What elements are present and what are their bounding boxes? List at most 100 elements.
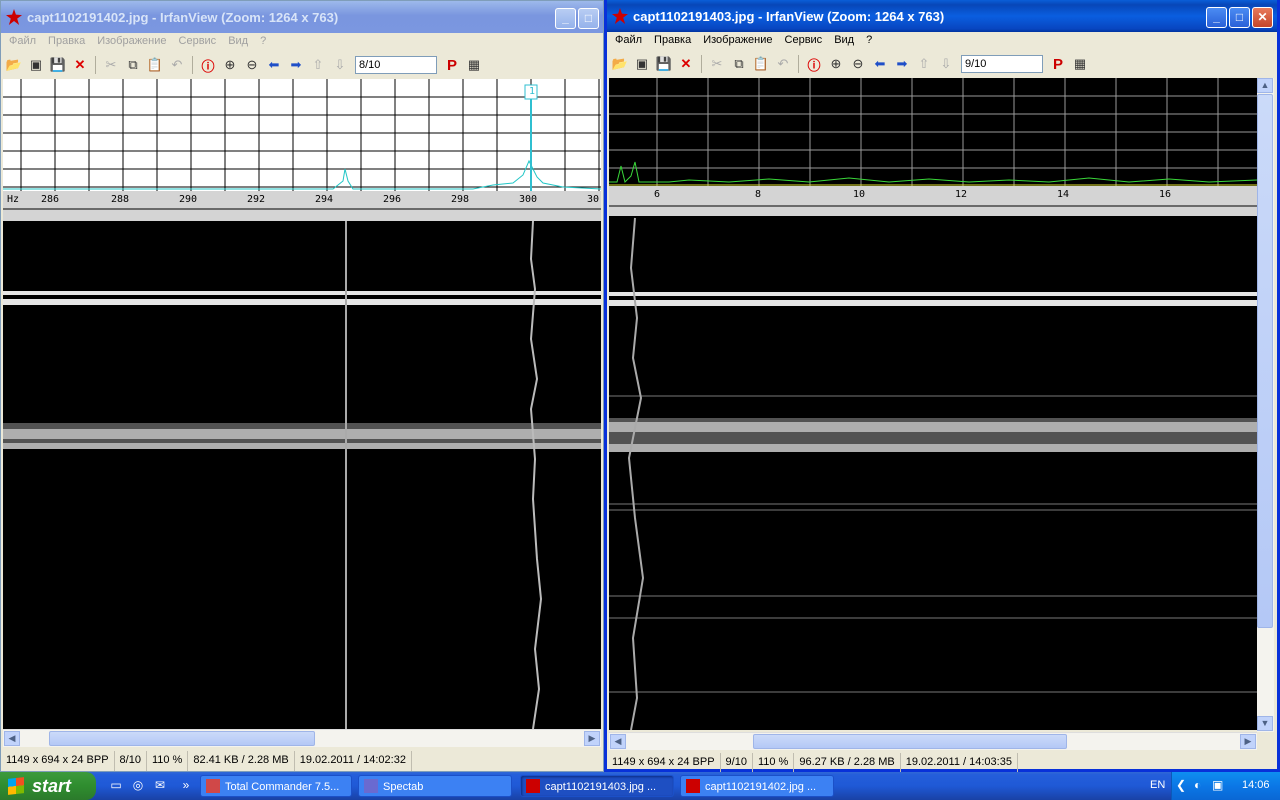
start-button[interactable]: start [0, 772, 96, 800]
quicklaunch-more-icon[interactable]: » [178, 778, 194, 794]
scroll-right-button[interactable]: ▶ [1240, 734, 1256, 749]
delete-icon[interactable]: ✕ [69, 55, 91, 75]
axis-tick: 14 [1057, 189, 1070, 200]
vertical-scrollbar[interactable]: ▲ ▼ [1257, 78, 1274, 732]
last-icon[interactable]: ⇩ [329, 55, 351, 75]
taskbar-button-spectab[interactable]: Spectab [358, 775, 512, 797]
maximize-button[interactable]: □ [578, 8, 599, 29]
last-icon[interactable]: ⇩ [935, 54, 957, 74]
first-icon[interactable]: ⇧ [307, 55, 329, 75]
prev-icon[interactable]: ⬅ [263, 55, 285, 75]
paste-icon[interactable]: 📋 [144, 55, 166, 75]
print-icon[interactable]: P [1047, 54, 1069, 74]
zoom-out-icon[interactable]: ⊖ [847, 54, 869, 74]
axis-tick: 292 [247, 194, 266, 205]
irfanview-icon [526, 779, 540, 793]
status-page: 9/10 [721, 753, 753, 773]
zoom-in-icon[interactable]: ⊕ [219, 55, 241, 75]
save-icon[interactable]: 💾 [47, 55, 69, 75]
menu-view[interactable]: Вид [828, 32, 860, 50]
status-datetime: 19.02.2011 / 14:03:35 [901, 753, 1018, 773]
about-icon[interactable]: ▦ [463, 55, 485, 75]
start-label: start [32, 776, 72, 796]
first-icon[interactable]: ⇧ [913, 54, 935, 74]
language-indicator[interactable]: EN [1150, 779, 1165, 791]
menu-options[interactable]: Сервис [779, 32, 829, 50]
scroll-up-button[interactable]: ▲ [1257, 78, 1273, 93]
undo-icon[interactable]: ↶ [772, 54, 794, 74]
quicklaunch-browser-icon[interactable]: ◎ [130, 778, 146, 794]
menu-view[interactable]: Вид [222, 33, 254, 51]
tray-speaker-icon[interactable]: ◐ [1194, 778, 1201, 792]
menu-edit[interactable]: Правка [42, 33, 91, 51]
axis-tick: 10 [853, 189, 866, 200]
quicklaunch-desktop-icon[interactable]: ▭ [108, 778, 124, 794]
about-icon[interactable]: ▦ [1069, 54, 1091, 74]
scroll-thumb[interactable] [49, 731, 315, 746]
next-icon[interactable]: ➡ [285, 55, 307, 75]
irfanview-window-right[interactable]: capt1102191403.jpg - IrfanView (Zoom: 12… [604, 0, 1280, 773]
taskbar-button-total-commander[interactable]: Total Commander 7.5... [200, 775, 352, 797]
menu-file[interactable]: Файл [609, 32, 648, 50]
title-bar[interactable]: capt1102191403.jpg - IrfanView (Zoom: 12… [607, 0, 1277, 32]
taskbar-button-capt1102191402[interactable]: capt1102191402.jpg ... [680, 775, 834, 797]
axis-tick: 8 [755, 189, 762, 200]
slideshow-icon[interactable]: ▣ [25, 55, 47, 75]
undo-icon[interactable]: ↶ [166, 55, 188, 75]
info-icon[interactable]: ⓘ [803, 54, 825, 74]
menu-file[interactable]: Файл [3, 33, 42, 51]
irfanview-icon [686, 779, 700, 793]
window-title: capt1102191402.jpg - IrfanView (Zoom: 12… [27, 10, 339, 25]
windows-logo-icon [8, 777, 24, 795]
quicklaunch-app-icon[interactable]: ✉ [152, 778, 168, 794]
close-button[interactable]: ✕ [1252, 7, 1273, 28]
scroll-thumb[interactable] [1257, 94, 1273, 628]
copy-icon[interactable]: ⧉ [728, 54, 750, 74]
title-bar[interactable]: capt1102191402.jpg - IrfanView (Zoom: 12… [1, 1, 603, 33]
open-icon[interactable]: 📂 [3, 55, 25, 75]
delete-icon[interactable]: ✕ [675, 54, 697, 74]
menu-image[interactable]: Изображение [697, 32, 778, 50]
tray-expand-icon[interactable]: ❮ [1176, 778, 1186, 792]
info-icon[interactable]: ⓘ [197, 55, 219, 75]
scroll-left-button[interactable]: ◀ [4, 731, 20, 746]
minimize-button[interactable]: _ [1206, 7, 1227, 28]
tray-network-icon[interactable]: ▣ [1212, 778, 1223, 792]
page-number-field[interactable]: 8/10 [355, 56, 437, 74]
minimize-button[interactable]: _ [555, 8, 576, 29]
menu-image[interactable]: Изображение [91, 33, 172, 51]
marker-label: 1 [529, 86, 536, 97]
menu-help[interactable]: ? [254, 33, 272, 51]
zoom-out-icon[interactable]: ⊖ [241, 55, 263, 75]
waterfall-image [3, 79, 601, 729]
horizontal-scrollbar[interactable]: ◀ ▶ [3, 729, 601, 747]
scroll-left-button[interactable]: ◀ [610, 734, 626, 749]
scroll-thumb[interactable] [753, 734, 1067, 749]
irfanview-window-left[interactable]: capt1102191402.jpg - IrfanView (Zoom: 12… [0, 0, 604, 772]
save-icon[interactable]: 💾 [653, 54, 675, 74]
status-dimensions: 1149 x 694 x 24 BPP [1, 751, 115, 771]
cut-icon[interactable]: ✂ [100, 55, 122, 75]
menu-help[interactable]: ? [860, 32, 878, 50]
menu-edit[interactable]: Правка [648, 32, 697, 50]
prev-icon[interactable]: ⬅ [869, 54, 891, 74]
zoom-in-icon[interactable]: ⊕ [825, 54, 847, 74]
taskbar-button-capt1102191403[interactable]: capt1102191403.jpg ... [520, 775, 674, 797]
menu-bar: Файл Правка Изображение Сервис Вид ? [609, 32, 1275, 50]
cut-icon[interactable]: ✂ [706, 54, 728, 74]
copy-icon[interactable]: ⧉ [122, 55, 144, 75]
paste-icon[interactable]: 📋 [750, 54, 772, 74]
page-number-field[interactable]: 9/10 [961, 55, 1043, 73]
slideshow-icon[interactable]: ▣ [631, 54, 653, 74]
open-icon[interactable]: 📂 [609, 54, 631, 74]
status-filesize: 96.27 KB / 2.28 MB [794, 753, 901, 773]
maximize-button[interactable]: □ [1229, 7, 1250, 28]
next-icon[interactable]: ➡ [891, 54, 913, 74]
scroll-right-button[interactable]: ▶ [584, 731, 600, 746]
horizontal-scrollbar[interactable]: ◀ ▶ [609, 732, 1257, 750]
menu-options[interactable]: Сервис [173, 33, 223, 51]
image-canvas[interactable]: 1 Hz 286 288 290 292 294 296 298 300 30 [3, 79, 601, 729]
scroll-down-button[interactable]: ▼ [1257, 716, 1273, 731]
print-icon[interactable]: P [441, 55, 463, 75]
image-canvas[interactable]: 6 8 10 12 14 16 [609, 78, 1257, 730]
